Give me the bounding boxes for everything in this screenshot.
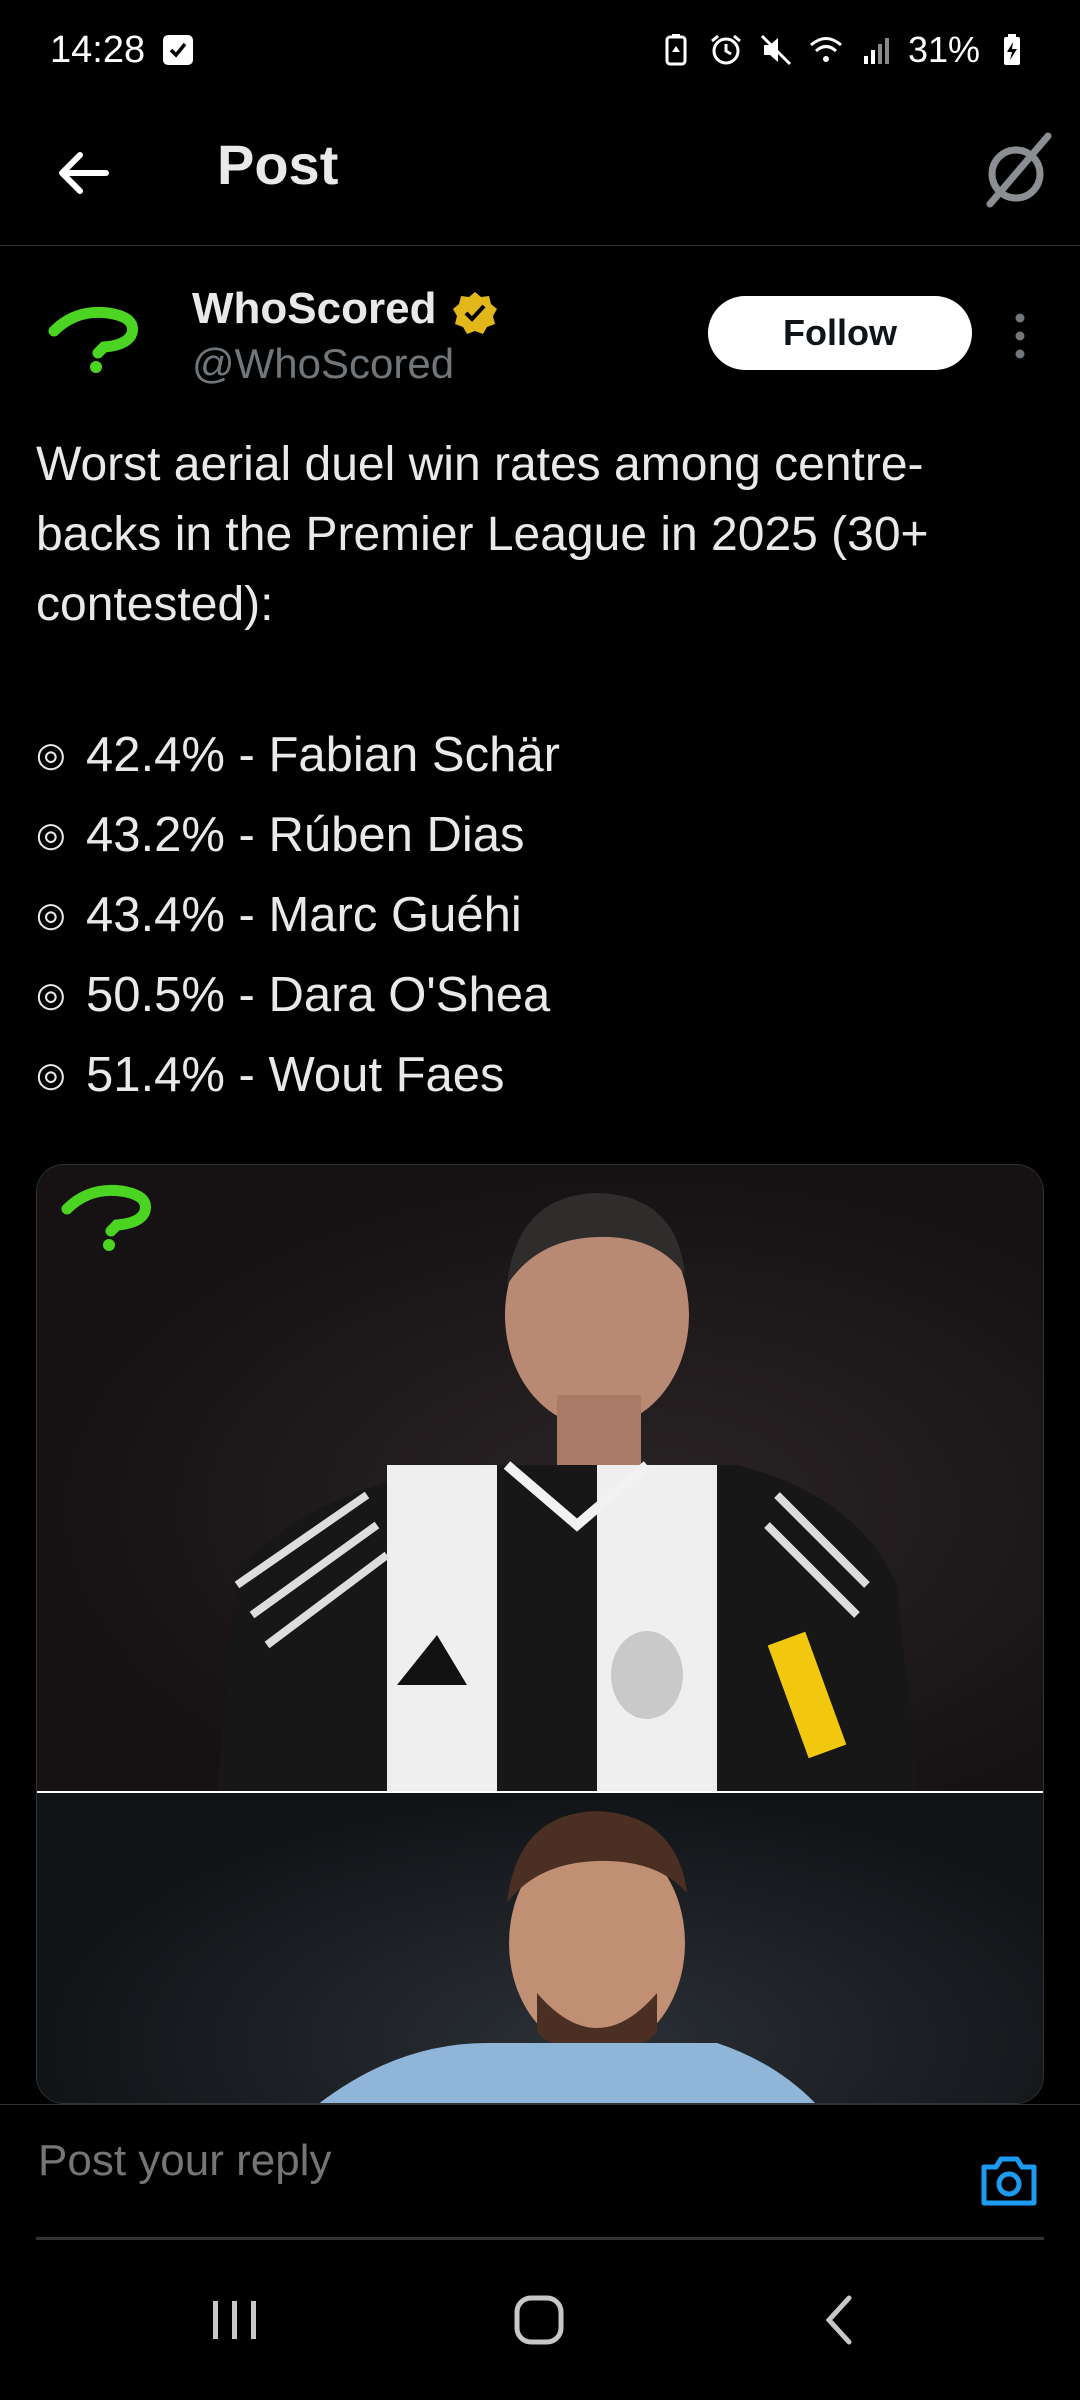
camera-button[interactable] bbox=[978, 2153, 1040, 2209]
battery-saver-icon bbox=[658, 32, 694, 68]
camera-icon bbox=[981, 2156, 1037, 2206]
list-item: ◎ 42.4% - Fabian Schär bbox=[36, 715, 1046, 795]
recents-button[interactable] bbox=[190, 2280, 280, 2360]
recents-icon bbox=[213, 2301, 256, 2339]
status-time: 14:28 bbox=[50, 28, 146, 71]
battery-charging-icon bbox=[994, 32, 1030, 68]
post-list: ◎ 42.4% - Fabian Schär ◎ 43.2% - Rúben D… bbox=[36, 715, 1046, 1115]
system-navigation-bar bbox=[0, 2240, 1080, 2400]
grok-button[interactable] bbox=[968, 122, 1064, 218]
author-display-name[interactable]: WhoScored bbox=[192, 284, 436, 334]
bullseye-icon: ◎ bbox=[36, 896, 66, 934]
author-handle[interactable]: @WhoScored bbox=[192, 340, 454, 388]
status-right: 31% bbox=[658, 29, 1030, 71]
bullseye-icon: ◎ bbox=[36, 1056, 66, 1094]
list-item-text: 43.4% - Marc Guéhi bbox=[86, 888, 522, 942]
more-options-button[interactable] bbox=[1002, 308, 1038, 364]
post-author: WhoScored @WhoScored Follow bbox=[0, 280, 1080, 410]
list-item: ◎ 43.2% - Rúben Dias bbox=[36, 795, 1046, 875]
back-button[interactable] bbox=[50, 138, 120, 208]
alarm-icon bbox=[708, 32, 744, 68]
list-item: ◎ 43.4% - Marc Guéhi bbox=[36, 875, 1046, 955]
list-item: ◎ 50.5% - Dara O'Shea bbox=[36, 955, 1046, 1035]
player-photo-1[interactable] bbox=[37, 1165, 1043, 1791]
wifi-icon bbox=[808, 32, 844, 68]
verified-badge-icon bbox=[452, 290, 498, 336]
signal-icon bbox=[858, 32, 894, 68]
avatar[interactable] bbox=[36, 280, 156, 400]
reply-input[interactable] bbox=[36, 2125, 920, 2197]
player-image-2 bbox=[319, 1811, 816, 2103]
mute-icon bbox=[758, 32, 794, 68]
list-item-text: 51.4% - Wout Faes bbox=[86, 1048, 505, 1102]
post-header: Post bbox=[0, 100, 1080, 246]
player-image-1 bbox=[217, 1193, 917, 1791]
whoscored-logo-icon bbox=[48, 306, 138, 373]
back-icon bbox=[825, 2295, 852, 2345]
system-back-button[interactable] bbox=[796, 2280, 886, 2360]
more-vertical-icon bbox=[1015, 313, 1025, 359]
follow-button[interactable]: Follow bbox=[708, 296, 972, 370]
reply-bar bbox=[0, 2104, 1080, 2240]
status-bar: 14:28 31% bbox=[0, 0, 1080, 100]
battery-percentage: 31% bbox=[907, 29, 980, 70]
home-button[interactable] bbox=[494, 2280, 584, 2360]
list-item-text: 42.4% - Fabian Schär bbox=[86, 728, 560, 782]
checkbox-icon bbox=[163, 35, 194, 65]
player-photo-2[interactable] bbox=[37, 1793, 1043, 2103]
post-text: Worst aerial duel win rates among centre… bbox=[36, 438, 929, 631]
bullseye-icon: ◎ bbox=[36, 816, 66, 854]
grok-icon bbox=[986, 132, 1052, 208]
list-item-text: 50.5% - Dara O'Shea bbox=[86, 968, 551, 1022]
bullseye-icon: ◎ bbox=[36, 976, 66, 1014]
status-left: 14:28 bbox=[50, 28, 194, 72]
page-title: Post bbox=[217, 133, 339, 196]
home-icon bbox=[514, 2295, 564, 2345]
list-item: ◎ 51.4% - Wout Faes bbox=[36, 1035, 1046, 1115]
whoscored-watermark-icon bbox=[59, 1183, 159, 1253]
post-media[interactable] bbox=[36, 1164, 1044, 2104]
bullseye-icon: ◎ bbox=[36, 736, 66, 774]
list-item-text: 43.2% - Rúben Dias bbox=[86, 808, 525, 862]
arrow-left-icon bbox=[59, 152, 109, 194]
